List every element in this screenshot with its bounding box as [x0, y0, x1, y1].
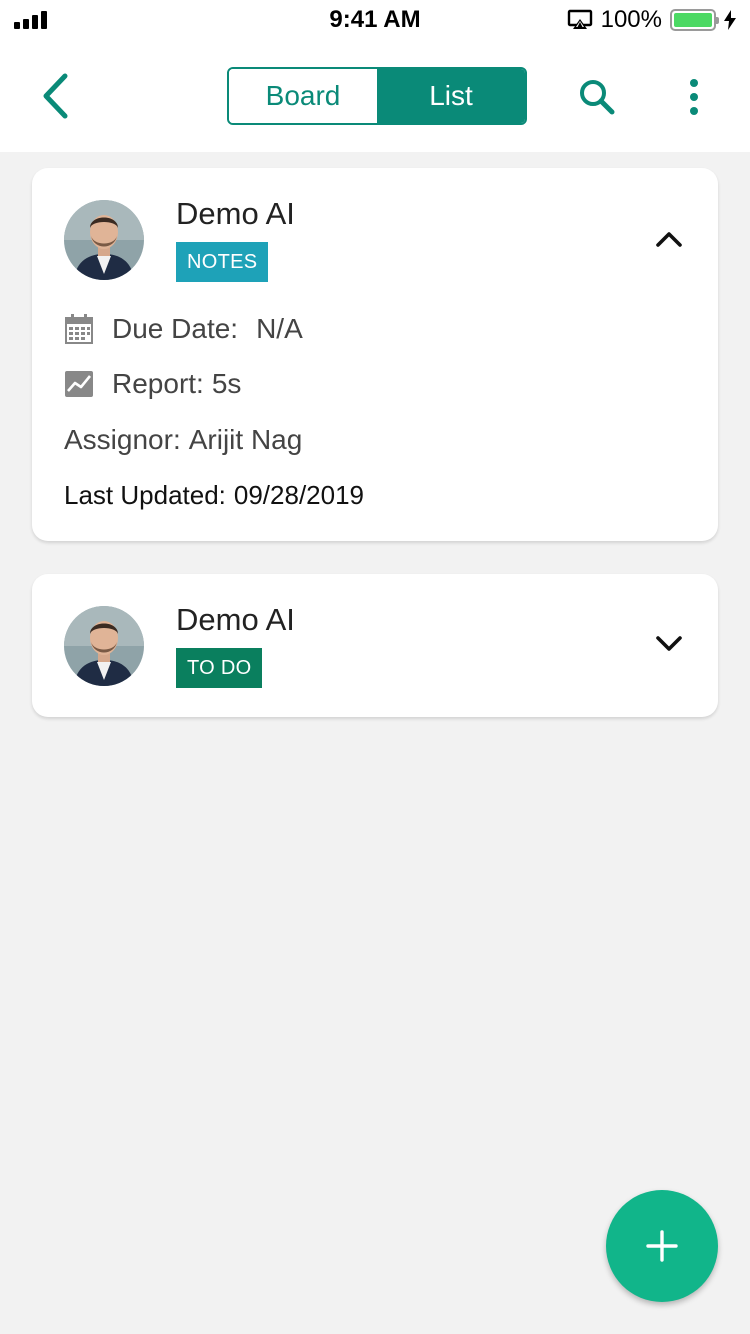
last-updated-row: Last Updated: 09/28/2019 [64, 480, 364, 511]
chart-icon [64, 369, 94, 399]
due-date-label: Due Date: [112, 313, 239, 344]
last-updated-value: 09/28/2019 [233, 480, 365, 510]
tab-list[interactable]: List [377, 69, 525, 123]
airplay-icon [567, 9, 592, 29]
chevron-left-icon [43, 73, 68, 119]
add-task-button[interactable] [606, 1190, 718, 1302]
chevron-up-icon [656, 232, 682, 247]
status-badge: TO DO [176, 648, 263, 688]
battery-icon [670, 9, 719, 31]
screen: 9:41 AM 100% Board List Demo AI NOTES Du… [0, 0, 750, 1334]
due-date-row: Due Date: N/A [64, 313, 303, 345]
expand-button[interactable] [652, 630, 686, 656]
charging-bolt-icon [724, 10, 736, 30]
status-bar: 9:41 AM 100% [0, 0, 750, 40]
last-updated-label: Last Updated: [64, 480, 226, 510]
view-segmented-control: Board List [227, 67, 527, 125]
search-icon [580, 80, 615, 115]
more-vertical-icon [690, 79, 698, 87]
task-card-collapsed[interactable]: Demo AI TO DO [32, 574, 718, 717]
battery-percent: 100% [600, 6, 662, 33]
status-right: 100% [567, 6, 736, 34]
report-row: Report: 5s [64, 368, 241, 400]
assignor-row: Assignor: Arijit Nag [64, 424, 302, 456]
status-badge: NOTES [176, 242, 269, 282]
search-button[interactable] [574, 74, 620, 120]
plus-icon [646, 1230, 678, 1262]
chevron-down-icon [656, 636, 682, 651]
more-options-button[interactable] [678, 74, 710, 120]
task-card-expanded[interactable]: Demo AI NOTES Due Date: N/A Report: 5s A… [32, 168, 718, 541]
assignor-label: Assignor: [64, 424, 181, 455]
avatar [64, 200, 144, 280]
tab-board[interactable]: Board [229, 69, 377, 123]
card-title: Demo AI [176, 196, 295, 231]
due-date-value: N/A [256, 313, 303, 344]
calendar-icon [64, 314, 94, 344]
assignor-value: Arijit Nag [188, 424, 303, 455]
report-value: 5s [211, 368, 242, 399]
card-title: Demo AI [176, 602, 295, 637]
report-label: Report: [112, 368, 204, 399]
nav-bar: Board List [0, 40, 750, 152]
avatar [64, 606, 144, 686]
collapse-button[interactable] [652, 226, 686, 252]
signal-icon [14, 11, 47, 29]
back-button[interactable] [30, 70, 80, 122]
